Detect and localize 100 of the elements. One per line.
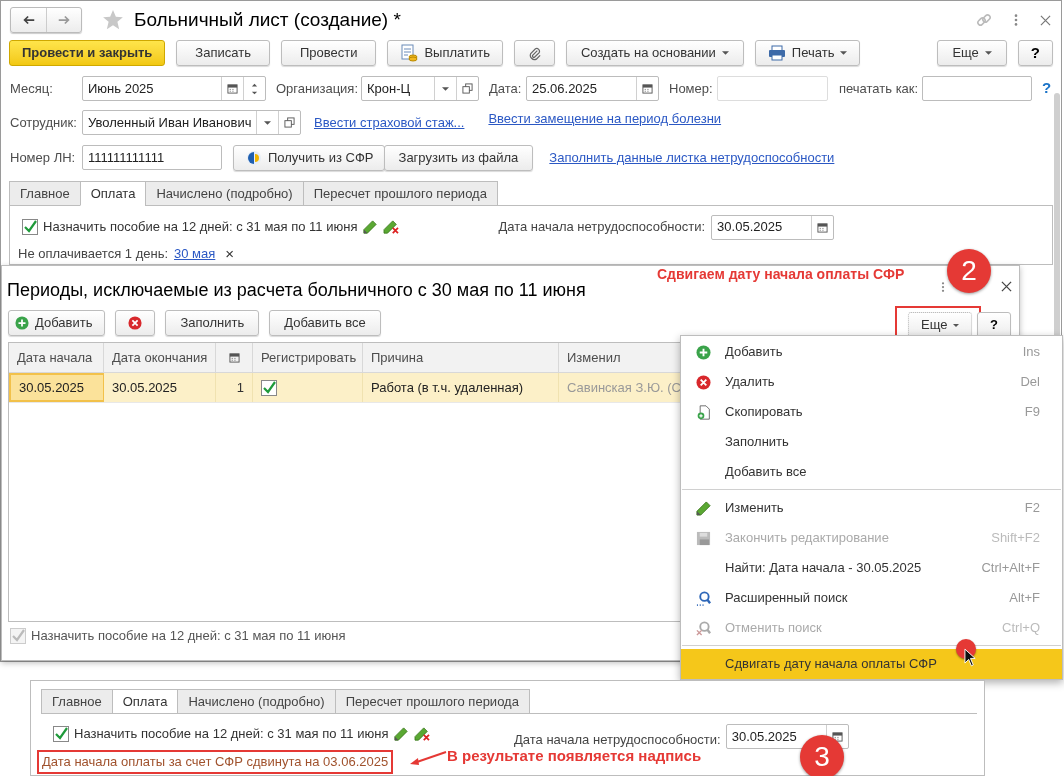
pencil-delete-icon[interactable] (383, 220, 400, 234)
input-field[interactable] (922, 76, 1032, 101)
post-and-close-button[interactable]: Провести и закрыть (9, 40, 166, 66)
field-label: Номер: (669, 79, 714, 98)
column-header[interactable]: Регистрировать (253, 343, 363, 372)
column-header[interactable]: Дата окончания (104, 343, 216, 372)
tab[interactable]: Начислено (подробно) (177, 689, 336, 714)
mouse-cursor-icon (964, 648, 977, 667)
field-label: Номер ЛН: (10, 148, 77, 167)
attach-button[interactable] (513, 40, 555, 66)
notice-text: Дата начала оплаты за счет СФР сдвинута на 03.06.2025 (37, 750, 394, 774)
tab[interactable]: Пересчет прошлого периода (334, 689, 530, 714)
help-button[interactable]: ? (977, 312, 1011, 338)
menu-item[interactable]: Найти: Дата начала - 30.05.2025 Ctrl+Alt+F (681, 553, 1062, 583)
shortcut-text: F9 (1024, 403, 1040, 422)
dropdown-caret-icon[interactable] (442, 86, 449, 91)
tab[interactable]: Оплата (79, 181, 147, 206)
more-options-icon[interactable] (1014, 13, 1018, 27)
shortcut-text: Alt+F (1009, 589, 1040, 608)
tab[interactable]: Главное (41, 689, 113, 714)
remove-button[interactable]: × (225, 242, 235, 266)
input-field[interactable]: 30.05.2025 (711, 214, 835, 240)
link[interactable]: Ввести страховой стаж... (314, 112, 465, 133)
dialog-title: Периоды, исключаемые из расчета больничного с 30 мая по 11 июня (7, 279, 586, 302)
link[interactable]: Ввести замещение на период болезни (488, 108, 722, 129)
copy-icon (695, 404, 711, 420)
dropdown-caret-icon[interactable] (264, 120, 272, 125)
help-link[interactable]: ? (1042, 77, 1052, 100)
checkbox[interactable] (53, 725, 69, 742)
menu-item[interactable]: Расширенный поиск Alt+F (681, 583, 1062, 613)
pencil-icon[interactable] (394, 726, 409, 741)
field-label: Дата начала нетрудоспособности: (514, 731, 721, 749)
field-label: Организация: (276, 79, 360, 98)
checkbox-label: Назначить пособие на 12 дней: с 31 мая по 11 июня (31, 627, 346, 645)
link[interactable]: 30 мая (174, 244, 216, 264)
close-icon[interactable] (1001, 281, 1012, 292)
field-label: Месяц: (10, 79, 54, 98)
toolbar-button[interactable]: Записать (176, 40, 270, 66)
dropdown-button[interactable]: Создать на основании (565, 40, 744, 66)
search-cancel-icon (695, 620, 711, 636)
menu-item[interactable]: Добавить Ins (681, 337, 1062, 367)
annotation-text: В результате появляется надпись (447, 747, 702, 766)
calendar-icon[interactable] (227, 83, 238, 94)
input-field[interactable] (717, 76, 828, 101)
delete-icon (695, 374, 711, 390)
field-label: Сотрудник: (10, 113, 78, 132)
input-field[interactable]: 111111111111 (82, 145, 222, 170)
menu-item[interactable]: Сдвигать дату начала оплаты СФР (681, 649, 1062, 679)
open-icon[interactable] (284, 117, 296, 128)
toolbar-button[interactable]: Заполнить (165, 310, 260, 336)
calendar-icon[interactable] (642, 83, 653, 94)
more-button[interactable]: Еще (908, 312, 973, 338)
tab[interactable]: Пересчет прошлого периода (302, 181, 498, 206)
delete-icon (128, 316, 143, 330)
globe-icon (246, 149, 262, 166)
more-options-icon[interactable] (941, 281, 945, 293)
pencil-delete-icon[interactable] (414, 726, 431, 741)
column-header[interactable]: Причина (363, 343, 559, 372)
search-icon (695, 590, 711, 606)
printer-icon (767, 45, 786, 61)
caret-icon (984, 51, 992, 55)
menu-item[interactable]: Заполнить (681, 427, 1062, 457)
caret-icon (953, 323, 960, 327)
table-cell: 30.05.2025 (9, 373, 104, 402)
link[interactable]: Заполнить данные листка нетрудоспособности (549, 147, 835, 168)
toolbar-button[interactable]: Добавить все (269, 310, 381, 336)
get-from-sfr-button[interactable]: Получить из СФР (233, 144, 385, 171)
calendar-icon[interactable] (817, 221, 829, 233)
checkbox[interactable] (22, 219, 38, 235)
dropdown-button[interactable]: Еще (937, 40, 1007, 66)
annotation-arrow-icon (408, 750, 448, 766)
close-icon[interactable] (1040, 14, 1051, 26)
help-button[interactable]: ? (1017, 40, 1053, 66)
favorite-star-icon[interactable] (102, 9, 124, 31)
input-field[interactable]: Крон-Ц (361, 76, 479, 101)
menu-item[interactable]: Добавить все (681, 457, 1062, 487)
load-file-button[interactable]: Загрузить из файла (383, 144, 534, 171)
shortcut-text: Ctrl+Q (1002, 619, 1040, 638)
checkbox[interactable] (261, 379, 277, 396)
open-icon[interactable] (462, 83, 473, 94)
input-field[interactable]: Июнь 2025 (82, 76, 266, 101)
calendar-icon[interactable] (831, 731, 843, 743)
menu-item[interactable]: Изменить F2 (681, 493, 1062, 523)
delete-button[interactable] (115, 310, 156, 336)
column-header[interactable]: Дата начала (9, 343, 104, 372)
input-field[interactable]: Уволенный Иван Иванович (82, 110, 301, 135)
text: Не оплачивается 1 день: (18, 245, 169, 264)
pay-button[interactable]: Выплатить (387, 40, 503, 66)
plus-icon (15, 316, 29, 330)
toolbar-button[interactable]: Провести (280, 40, 377, 66)
pencil-icon[interactable] (363, 220, 378, 234)
add-button[interactable]: Добавить (8, 310, 106, 336)
input-field[interactable]: 25.06.2025 (526, 76, 659, 101)
tab[interactable]: Главное (9, 181, 81, 206)
arrow-right-icon (57, 13, 71, 27)
print-button[interactable]: Печать (754, 40, 861, 66)
tab[interactable]: Начислено (подробно) (145, 181, 304, 206)
field-label: Дата начала нетрудоспособности: (498, 218, 706, 237)
window-title: Больничный лист (создание) * (134, 7, 401, 32)
shortcut-text: Ins (1022, 343, 1040, 362)
